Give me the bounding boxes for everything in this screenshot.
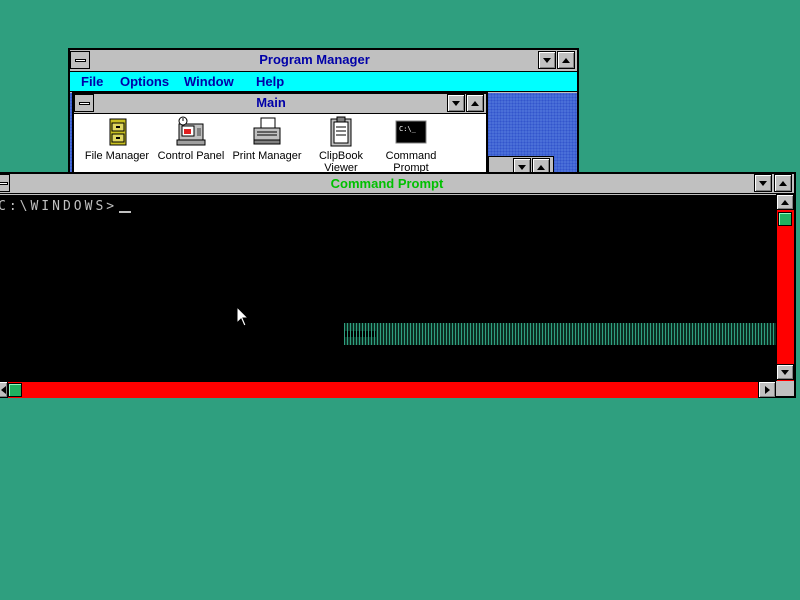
system-menu-button[interactable] <box>0 174 10 192</box>
horizontal-scrollbar[interactable] <box>0 381 776 398</box>
group-system-menu-button[interactable] <box>74 94 94 112</box>
minimize-arrow-icon <box>759 180 767 186</box>
command-prompt-window[interactable]: Command Prompt C:\WINDOWS> <box>0 172 796 398</box>
command-prompt-titlebar[interactable]: Command Prompt <box>0 174 794 194</box>
program-icon-clipbook-viewer[interactable]: ClipBook Viewer <box>302 116 380 174</box>
svg-text:C:\_: C:\_ <box>399 125 417 133</box>
icon-label: File Manager <box>84 150 150 162</box>
printer-icon <box>251 116 283 148</box>
program-icon-control-panel[interactable]: Control Panel <box>152 116 230 162</box>
scroll-left-button[interactable] <box>0 381 8 398</box>
window-title: Program Manager <box>259 52 370 67</box>
maximize-arrow-icon <box>779 180 787 186</box>
file-cabinet-icon <box>101 116 133 148</box>
menu-file[interactable]: File <box>81 74 103 89</box>
menu-help[interactable]: Help <box>256 74 284 89</box>
minimize-arrow-icon <box>452 100 460 106</box>
icon-label: Command Prompt <box>385 150 437 174</box>
scroll-right-button[interactable] <box>758 381 776 398</box>
vertical-scroll-thumb[interactable] <box>778 212 792 226</box>
command-prompt-icon: C:\_ <box>395 116 427 148</box>
minimize-arrow-icon <box>543 57 551 63</box>
display-artifact <box>344 323 776 345</box>
control-panel-icon <box>175 116 207 148</box>
arrow-down-icon <box>781 369 789 375</box>
menu-bar: File Options Window Help <box>70 72 577 92</box>
minimize-arrow-icon <box>518 164 526 170</box>
minimize-button[interactable] <box>538 51 556 69</box>
icon-label: Control Panel <box>157 150 225 162</box>
console-output: C:\WINDOWS> <box>0 199 132 214</box>
maximize-button[interactable] <box>557 51 575 69</box>
icon-label: ClipBook Viewer <box>318 150 364 174</box>
maximize-arrow-icon <box>537 164 545 170</box>
maximize-button[interactable] <box>774 174 792 192</box>
program-icon-print-manager[interactable]: Print Manager <box>228 116 306 162</box>
main-group-titlebar[interactable]: Main <box>74 94 486 114</box>
menu-options[interactable]: Options <box>120 74 169 89</box>
maximize-arrow-icon <box>562 57 570 63</box>
program-manager-titlebar[interactable]: Program Manager <box>70 50 577 72</box>
scroll-up-button[interactable] <box>776 194 794 210</box>
group-maximize-button[interactable] <box>466 94 484 112</box>
main-group-window[interactable]: Main File Manager Control Panel Print Ma… <box>72 92 488 178</box>
arrow-up-icon <box>781 199 789 205</box>
program-icon-file-manager[interactable]: File Manager <box>78 116 156 162</box>
scroll-down-button[interactable] <box>776 364 794 380</box>
clipbook-icon <box>325 116 357 148</box>
minimize-button[interactable] <box>754 174 772 192</box>
maximize-arrow-icon <box>471 100 479 106</box>
horizontal-scroll-thumb[interactable] <box>8 383 22 397</box>
program-icon-command-prompt[interactable]: C:\_ Command Prompt <box>372 116 450 174</box>
mouse-pointer-icon <box>236 305 250 328</box>
arrow-right-icon <box>764 385 770 394</box>
arrow-left-icon <box>0 385 6 394</box>
group-minimize-button[interactable] <box>447 94 465 112</box>
prompt-text: C:\WINDOWS> <box>0 199 118 214</box>
vertical-scrollbar[interactable] <box>776 194 794 381</box>
group-title: Main <box>256 95 286 110</box>
text-cursor <box>119 211 132 213</box>
console-area[interactable]: C:\WINDOWS> <box>0 195 776 381</box>
window-title: Command Prompt <box>330 176 444 191</box>
system-menu-button[interactable] <box>70 51 90 69</box>
menu-window[interactable]: Window <box>184 74 234 89</box>
icon-label: Print Manager <box>232 150 302 162</box>
